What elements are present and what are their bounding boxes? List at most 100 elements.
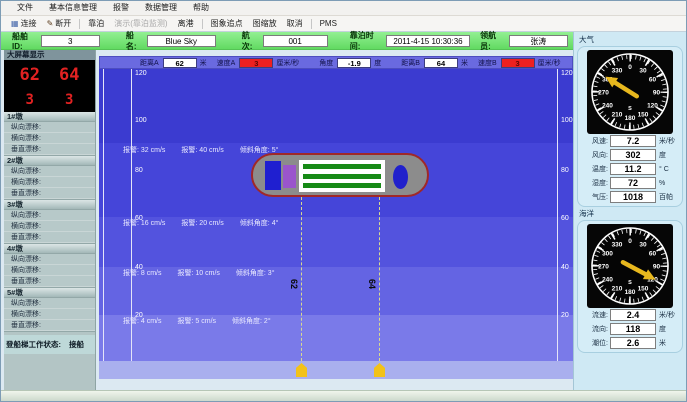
toolbar-berth[interactable]: 靠泊 xyxy=(83,16,109,31)
toolbar-pms[interactable]: PMS xyxy=(315,16,342,31)
temperature-unit: ° C xyxy=(659,166,669,173)
wind-speed-value[interactable]: 7.2 xyxy=(610,135,656,147)
gauge-label-60: 60 xyxy=(649,77,657,84)
vertical-drift-label: 垂直漂移: xyxy=(4,188,95,199)
vertical-drift-label: 垂直漂移: xyxy=(4,276,95,287)
pressure-label: 气压: xyxy=(580,192,608,202)
measure-line-a-label: 62 xyxy=(289,279,299,289)
lateral-drift-label: 横向漂移: xyxy=(4,265,95,276)
ship-name-field[interactable]: Blue Sky xyxy=(147,35,216,47)
ship-name-label: 船名: xyxy=(126,30,144,52)
lateral-drift-label: 横向漂移: xyxy=(4,309,95,320)
current-direction-label: 流向: xyxy=(580,324,608,334)
ship-cargo-hold xyxy=(299,160,385,192)
ship-id-label: 船舶ID: xyxy=(12,31,38,51)
lateral-drift-label: 横向漂移: xyxy=(4,177,95,188)
toolbar-disconnect-label: 断开 xyxy=(55,16,71,31)
gauge-label-240: 240 xyxy=(602,277,613,284)
humidity-unit: % xyxy=(659,180,665,187)
gauge-label-330: 330 xyxy=(612,242,623,249)
toolbar-separator xyxy=(311,19,312,29)
gauge-label-210: 210 xyxy=(612,112,623,119)
axis-tick: 100 xyxy=(561,117,573,125)
angle-unit: 度 xyxy=(374,58,381,68)
menu-data[interactable]: 数据管理 xyxy=(137,1,185,15)
alarm-a-text: 报警: 32 cm/s xyxy=(123,147,165,154)
gauge-label-330: 330 xyxy=(612,68,623,75)
gangway-status-label: 登船梯工作状态: xyxy=(6,339,61,350)
angle-value: -1.9 xyxy=(337,58,371,68)
berth-time-field[interactable]: 2011-4-15 10:30:36 xyxy=(386,35,470,47)
humidity-value[interactable]: 72 xyxy=(610,177,656,189)
pilot-field[interactable]: 张涛 xyxy=(509,35,568,47)
menu-help[interactable]: 帮助 xyxy=(185,1,217,15)
toolbar-connect[interactable]: ▦ 连接 xyxy=(6,16,42,31)
environment-panel: 大气 0 30 60 90 120 150 1 xyxy=(573,32,686,390)
berthing-plot: 距离A 62 米 速度A 3 厘米/秒 角度 -1.9 度 距离B 64 米 速… xyxy=(96,50,573,390)
alarm-b-text: 报警: 10 cm/s xyxy=(178,270,220,277)
voyage-label: 航次: xyxy=(242,30,260,52)
dolphin-group-5: 5#墩 纵向漂移: 横向漂移: 垂直漂移: xyxy=(4,288,95,332)
wind-direction-value[interactable]: 302 xyxy=(610,149,656,161)
cargo-stripe xyxy=(303,174,381,179)
gauge-label-60: 60 xyxy=(649,251,657,258)
gauge-south-label: S xyxy=(628,280,632,286)
gauge-label-90: 90 xyxy=(653,90,661,97)
dolphin-group-2: 2#墩 纵向漂移: 横向漂移: 垂直漂移: xyxy=(4,156,95,200)
wind-direction-unit: 度 xyxy=(659,150,666,160)
distance-a-unit: 米 xyxy=(200,58,207,68)
voyage-field[interactable]: 001 xyxy=(263,35,328,47)
wind-speed-unit: 米/秒 xyxy=(659,136,675,146)
status-bar xyxy=(1,390,686,401)
speed-a-label: 速度A xyxy=(217,58,236,68)
distance-a-value: 62 xyxy=(163,58,197,68)
dolphin-group-title: 3#墩 xyxy=(4,200,95,210)
speed-b-unit: 厘米/秒 xyxy=(538,58,561,68)
menu-file[interactable]: 文件 xyxy=(9,1,41,15)
pressure-unit: 百帕 xyxy=(659,192,673,202)
lateral-drift-label: 横向漂移: xyxy=(4,133,95,144)
alarm-threshold-line: 报警: 16 cm/s报警: 20 cm/s倾斜角度: 4° xyxy=(123,218,294,228)
wind-direction-label: 风向: xyxy=(580,150,608,160)
distance-b-value: 64 xyxy=(424,58,458,68)
speed-a-value: 3 xyxy=(239,58,273,68)
toolbar-cancel[interactable]: 取消 xyxy=(282,16,308,31)
dolphin-group-title: 1#墩 xyxy=(4,112,95,122)
toolbar-depart[interactable]: 离港 xyxy=(173,16,199,31)
menu-basic-info[interactable]: 基本信息管理 xyxy=(41,1,105,15)
gauge-label-210: 210 xyxy=(612,286,623,293)
measure-line-b xyxy=(379,197,380,366)
menu-alarm[interactable]: 报警 xyxy=(105,1,137,15)
axis-tick: 120 xyxy=(135,70,147,78)
current-speed-value[interactable]: 2.4 xyxy=(610,309,656,321)
temperature-value[interactable]: 11.2 xyxy=(610,163,656,175)
vertical-drift-label: 垂直漂移: xyxy=(4,144,95,155)
tilt-text: 倾斜角度: 2° xyxy=(232,318,271,325)
weather-panel: 0 30 60 90 120 150 180 210 240 270 300 3… xyxy=(577,46,683,207)
ship-funnel xyxy=(393,165,408,189)
pressure-value[interactable]: 1018 xyxy=(610,191,656,203)
plot-header-bar: 距离A 62 米 速度A 3 厘米/秒 角度 -1.9 度 距离B 64 米 速… xyxy=(99,56,573,69)
wind-speed-label: 风速: xyxy=(580,136,608,146)
tide-level-unit: 米 xyxy=(659,338,666,348)
toolbar-connect-label: 连接 xyxy=(21,16,37,31)
longitudinal-drift-label: 纵向漂移: xyxy=(4,166,95,177)
alarm-a-text: 报警: 16 cm/s xyxy=(123,220,165,227)
measure-line-b-label: 64 xyxy=(367,279,377,289)
ship-id-field[interactable]: 3 xyxy=(41,35,100,47)
tilt-text: 倾斜角度: 3° xyxy=(236,270,275,277)
big-screen-display: 62 64 3 3 xyxy=(4,60,95,112)
alarm-threshold-line: 报警: 4 cm/s报警: 5 cm/s倾斜角度: 2° xyxy=(123,316,287,326)
ship-info-bar: 船舶ID: 3 船名: Blue Sky 航次: 001 靠泊时间: 2011-… xyxy=(1,32,573,50)
disconnect-icon: ✎ xyxy=(47,20,54,28)
ship-deckhouse xyxy=(283,165,296,188)
toolbar-disconnect[interactable]: ✎ 断开 xyxy=(42,16,77,31)
ship-graphic xyxy=(251,153,429,197)
vertical-drift-label: 垂直漂移: xyxy=(4,320,95,331)
gauge-south-label: S xyxy=(628,106,632,112)
tide-level-value[interactable]: 2.6 xyxy=(610,337,656,349)
distance-a-label: 距离A xyxy=(140,58,159,68)
ocean-panel: 0 30 60 90 120 150 180 210 240 270 300 3… xyxy=(577,220,683,353)
current-direction-value[interactable]: 118 xyxy=(610,323,656,335)
alarm-b-text: 报警: 5 cm/s xyxy=(178,318,217,325)
